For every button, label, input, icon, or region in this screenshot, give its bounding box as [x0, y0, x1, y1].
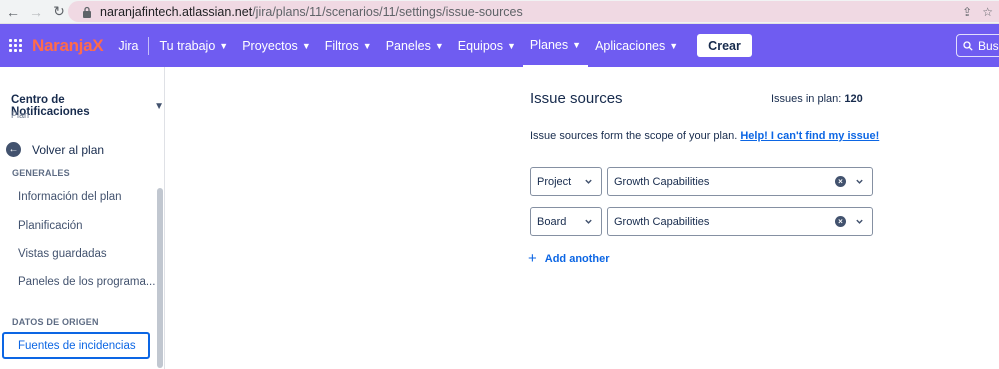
source-value-select[interactable]: Growth Capabilities × [607, 207, 873, 236]
add-another-button[interactable]: + Add another [528, 251, 610, 266]
forward-arrow-icon[interactable]: → [26, 2, 46, 22]
sidebar-item-vistas[interactable]: Vistas guardadas [18, 248, 107, 260]
clear-icon[interactable]: × [835, 216, 846, 227]
chevron-down-icon [856, 219, 863, 224]
naranjax-logo[interactable]: NaranjaX [32, 36, 104, 56]
source-type-select[interactable]: Board [530, 207, 602, 236]
source-type-value: Board [537, 215, 567, 228]
nav-jira[interactable]: Jira [111, 24, 145, 67]
back-arrow-icon: ← [6, 142, 21, 157]
chevron-down-icon [585, 219, 592, 224]
chevron-down-icon [585, 179, 592, 184]
chevron-down-icon: ▼ [434, 40, 444, 51]
search-icon [963, 40, 973, 51]
add-another-label: Add another [544, 252, 610, 265]
plan-subtitle: Plan [11, 110, 30, 120]
back-arrow-icon[interactable]: ← [3, 2, 23, 22]
help-link[interactable]: Help! I can't find my issue! [740, 130, 879, 142]
nav-tu-trabajo[interactable]: Tu trabajo ▼ [152, 24, 235, 67]
back-to-plan-label: Volver al plan [32, 142, 105, 157]
nav-filtros[interactable]: Filtros ▼ [318, 24, 379, 67]
nav-planes[interactable]: Planes ▼ [522, 24, 589, 67]
nav-divider [148, 36, 150, 55]
source-type-select[interactable]: Project [530, 167, 602, 196]
share-icon[interactable]: ⇪ [962, 5, 972, 19]
address-bar-actions: ⇪ ☆ [962, 1, 999, 22]
chevron-down-icon: ▼ [572, 39, 582, 50]
create-button[interactable]: Crear [697, 34, 752, 57]
chevron-down-icon: ▼ [506, 40, 516, 51]
sidebar-item-fuentes[interactable]: Fuentes de incidencias [2, 332, 150, 359]
search-input[interactable]: Busc [956, 34, 999, 57]
sidebar-item-planificacion[interactable]: Planificación [18, 220, 83, 232]
nav-equipos[interactable]: Equipos ▼ [451, 24, 523, 67]
chevron-down-icon: ▼ [669, 40, 679, 51]
source-value: Growth Capabilities [614, 175, 710, 188]
section-heading-datos-origen: DATOS DE ORIGEN [12, 317, 99, 327]
sidebar-scrollbar[interactable] [157, 188, 163, 368]
nav-proyectos[interactable]: Proyectos ▼ [235, 24, 318, 67]
sidebar-item-paneles-programa[interactable]: Paneles de los programa... [18, 276, 155, 288]
main-content: Issue sources Issues in plan: 120 Issue … [166, 67, 999, 369]
address-bar[interactable]: naranjafintech.atlassian.net/jira/plans/… [68, 1, 999, 22]
chevron-down-icon [856, 179, 863, 184]
reload-icon[interactable]: ↻ [49, 2, 69, 22]
description: Issue sources form the scope of your pla… [530, 130, 880, 142]
chevron-down-icon: ▼ [219, 40, 229, 51]
source-value: Growth Capabilities [614, 215, 710, 228]
back-to-plan-link[interactable]: ← Volver al plan [6, 142, 104, 157]
source-value-select[interactable]: Growth Capabilities × [607, 167, 873, 196]
chevron-down-icon: ▼ [154, 100, 164, 112]
top-navigation: NaranjaX Jira Tu trabajo ▼ Proyectos ▼ Fil… [0, 24, 999, 67]
issues-in-plan: Issues in plan: 120 [771, 93, 863, 105]
url-text: naranjafintech.atlassian.net/jira/plans/… [100, 4, 523, 19]
clear-icon[interactable]: × [835, 176, 846, 187]
page-title: Issue sources [530, 90, 623, 107]
lock-icon [83, 6, 91, 18]
source-type-value: Project [537, 175, 572, 188]
nav-paneles[interactable]: Paneles ▼ [379, 24, 451, 67]
section-heading-generales: GENERALES [12, 168, 70, 178]
issues-count: 120 [844, 93, 863, 105]
sidebar: Centro de Notificaciones ▼ Plan ← Volver… [0, 67, 165, 369]
plan-selector[interactable]: Centro de Notificaciones ▼ [11, 94, 164, 118]
plan-title: Centro de Notificaciones [11, 94, 90, 118]
plus-icon: + [528, 250, 537, 267]
search-placeholder: Busc [978, 38, 999, 53]
chevron-down-icon: ▼ [301, 40, 311, 51]
bookmark-star-icon[interactable]: ☆ [982, 5, 993, 19]
chevron-down-icon: ▼ [362, 40, 372, 51]
nav-aplicaciones[interactable]: Aplicaciones ▼ [588, 24, 685, 67]
app-switcher-icon[interactable] [9, 38, 23, 53]
browser-toolbar: ← → ↻ naranjafintech.atlassian.net/jira/… [0, 0, 999, 24]
sidebar-item-informacion[interactable]: Información del plan [18, 191, 122, 203]
